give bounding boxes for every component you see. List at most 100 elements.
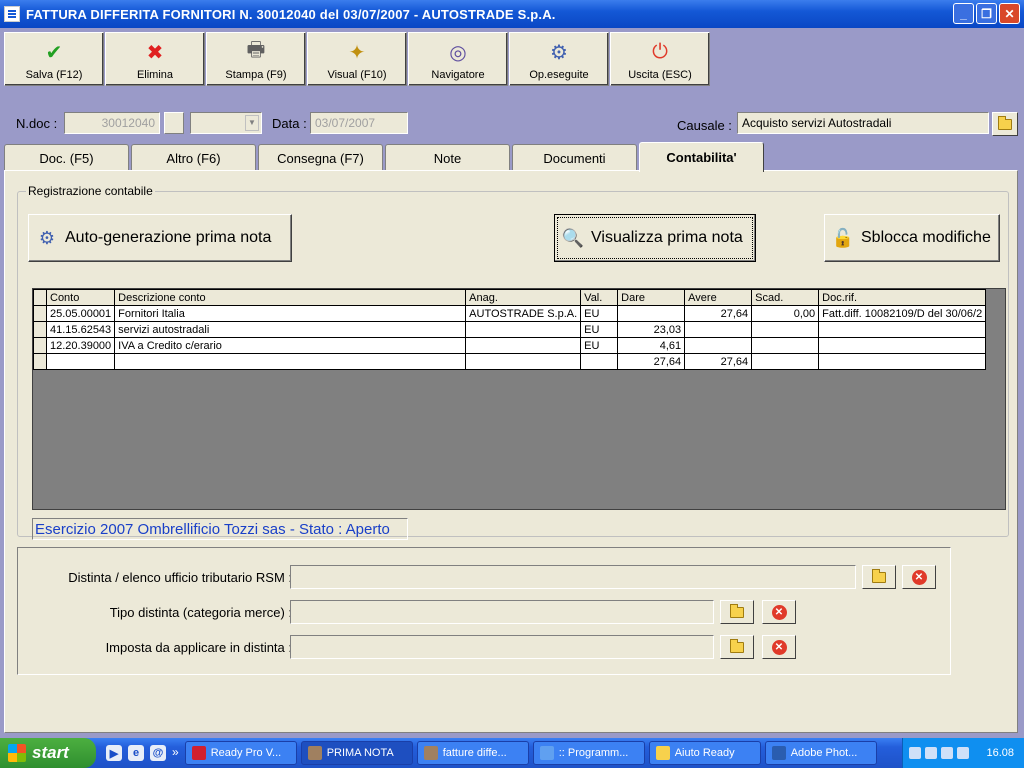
journal-grid[interactable]: Conto Descrizione conto Anag. Val. Dare … — [32, 288, 1006, 510]
table-row[interactable]: 12.20.39000 IVA a Credito c/erario EU 4,… — [33, 337, 987, 354]
cell-conto[interactable]: 25.05.00001 — [45, 305, 116, 322]
auto-generate-button[interactable]: ⚙ Auto-generazione prima nota — [28, 214, 292, 262]
distinta-clear-button[interactable]: ✕ — [902, 565, 936, 589]
task-fatture[interactable]: fatture diffe... — [416, 741, 529, 765]
task-programmi[interactable]: :: Programm... — [532, 741, 645, 765]
column-header[interactable]: Anag. — [465, 289, 582, 306]
exit-label: Uscita (ESC) — [628, 69, 692, 81]
cell-scad[interactable] — [751, 337, 820, 354]
close-button[interactable]: ✕ — [999, 3, 1020, 24]
media-player-icon[interactable]: ▶ — [106, 745, 122, 761]
imposta-clear-button[interactable]: ✕ — [762, 635, 796, 659]
row-selector[interactable] — [33, 305, 47, 322]
imposta-browse-button[interactable] — [720, 635, 754, 659]
print-button[interactable]: 🖶 Stampa (F9) — [206, 32, 306, 86]
cell-conto[interactable] — [45, 353, 116, 370]
cell-scad[interactable] — [751, 353, 820, 370]
distinta-browse-button[interactable] — [862, 565, 896, 589]
cell-val[interactable]: EU — [580, 321, 619, 338]
tab-doc[interactable]: Doc. (F5) — [4, 144, 129, 171]
distinta-field[interactable] — [290, 565, 856, 589]
operations-done-button[interactable]: ⚙ Op.eseguite — [509, 32, 609, 86]
network-icon[interactable] — [941, 747, 953, 759]
imposta-field[interactable] — [290, 635, 714, 659]
series-select[interactable]: ▼ — [190, 112, 262, 134]
minimize-button[interactable]: _ — [953, 3, 974, 24]
cell-anag[interactable]: AUTOSTRADE S.p.A. — [465, 305, 582, 322]
delete-button[interactable]: ✖ Elimina — [105, 32, 205, 86]
tab-altro[interactable]: Altro (F6) — [131, 144, 256, 171]
start-button[interactable]: start — [0, 738, 96, 768]
visual-button[interactable]: ✦ Visual (F10) — [307, 32, 407, 86]
totals-row[interactable]: 27,64 27,64 — [33, 353, 987, 370]
causale-field[interactable]: Acquisto servizi Autostradali — [737, 112, 989, 134]
cell-descrizione[interactable]: IVA a Credito c/erario — [114, 337, 467, 354]
cell-anag[interactable] — [465, 321, 582, 338]
column-header[interactable]: Descrizione conto — [114, 289, 467, 306]
column-header[interactable]: Doc.rif. — [818, 289, 987, 306]
exit-button[interactable]: ⏻ Uscita (ESC) — [610, 32, 710, 86]
quick-launch-more-icon[interactable]: » — [172, 745, 179, 761]
cell-anag[interactable] — [465, 337, 582, 354]
tab-contabilita[interactable]: Contabilita' — [639, 142, 764, 172]
cell-docrif[interactable]: Fatt.diff. 10082109/D del 30/06/2 — [818, 305, 987, 322]
table-row[interactable]: 25.05.00001 Fornitori Italia AUTOSTRADE … — [33, 305, 987, 322]
cell-docrif[interactable] — [818, 337, 987, 354]
tab-documenti[interactable]: Documenti — [512, 144, 637, 171]
cell-docrif[interactable] — [818, 353, 987, 370]
column-header[interactable]: Scad. — [751, 289, 820, 306]
group-legend: Registrazione contabile — [26, 184, 155, 198]
cell-val[interactable]: EU — [580, 337, 619, 354]
column-header[interactable]: Val. — [580, 289, 619, 306]
cell-descrizione[interactable]: servizi autostradali — [114, 321, 467, 338]
cell-scad[interactable] — [751, 321, 820, 338]
tipo-distinta-clear-button[interactable]: ✕ — [762, 600, 796, 624]
unlock-edits-button[interactable]: 🔓 Sblocca modifiche — [824, 214, 1000, 262]
row-selector[interactable] — [33, 353, 47, 370]
cell-conto[interactable]: 41.15.62543 — [45, 321, 116, 338]
outlook-icon[interactable]: @ — [150, 745, 166, 761]
table-row[interactable]: 41.15.62543 servizi autostradali EU 23,0… — [33, 321, 987, 338]
cell-anag[interactable] — [465, 353, 582, 370]
cell-descrizione[interactable] — [114, 353, 467, 370]
row-selector[interactable] — [33, 337, 47, 354]
causale-browse-button[interactable] — [992, 112, 1018, 136]
tipo-distinta-browse-button[interactable] — [720, 600, 754, 624]
cell-avere[interactable]: 27,64 — [684, 305, 753, 322]
task-adobe-photoshop[interactable]: Adobe Phot... — [764, 741, 877, 765]
volume-icon[interactable] — [957, 747, 969, 759]
tray-expand-icon[interactable] — [909, 747, 921, 759]
ndoc-lookup-button[interactable] — [164, 112, 184, 134]
ndoc-field[interactable]: 30012040 — [64, 112, 160, 134]
cell-conto[interactable]: 12.20.39000 — [45, 337, 116, 354]
task-ready-pro[interactable]: Ready Pro V... — [184, 741, 297, 765]
row-selector[interactable] — [33, 321, 47, 338]
cell-descrizione[interactable]: Fornitori Italia — [114, 305, 467, 322]
cell-avere[interactable] — [684, 321, 753, 338]
navigator-button[interactable]: ◎ Navigatore — [408, 32, 508, 86]
task-prima-nota[interactable]: PRIMA NOTA — [300, 741, 413, 765]
cell-val[interactable] — [580, 353, 619, 370]
clock: 16.08 — [986, 747, 1014, 759]
cell-dare[interactable]: 4,61 — [617, 337, 686, 354]
start-label: start — [32, 743, 69, 762]
column-header[interactable]: Dare — [617, 289, 686, 306]
date-field[interactable]: 03/07/2007 — [310, 112, 408, 134]
cell-val[interactable]: EU — [580, 305, 619, 322]
task-aiuto-ready[interactable]: Aiuto Ready — [648, 741, 761, 765]
maximize-button[interactable]: ❐ — [976, 3, 997, 24]
cell-dare[interactable]: 23,03 — [617, 321, 686, 338]
tab-note[interactable]: Note — [385, 144, 510, 171]
cell-avere[interactable] — [684, 337, 753, 354]
cell-scad[interactable]: 0,00 — [751, 305, 820, 322]
cell-docrif[interactable] — [818, 321, 987, 338]
network-icon[interactable] — [925, 747, 937, 759]
internet-explorer-icon[interactable]: e — [128, 745, 144, 761]
tab-consegna[interactable]: Consegna (F7) — [258, 144, 383, 171]
view-prima-nota-button[interactable]: 🔍 Visualizza prima nota — [554, 214, 756, 262]
column-header[interactable]: Conto — [45, 289, 116, 306]
tipo-distinta-field[interactable] — [290, 600, 714, 624]
cell-dare[interactable] — [617, 305, 686, 322]
column-header[interactable]: Avere — [684, 289, 753, 306]
save-button[interactable]: ✔ Salva (F12) — [4, 32, 104, 86]
